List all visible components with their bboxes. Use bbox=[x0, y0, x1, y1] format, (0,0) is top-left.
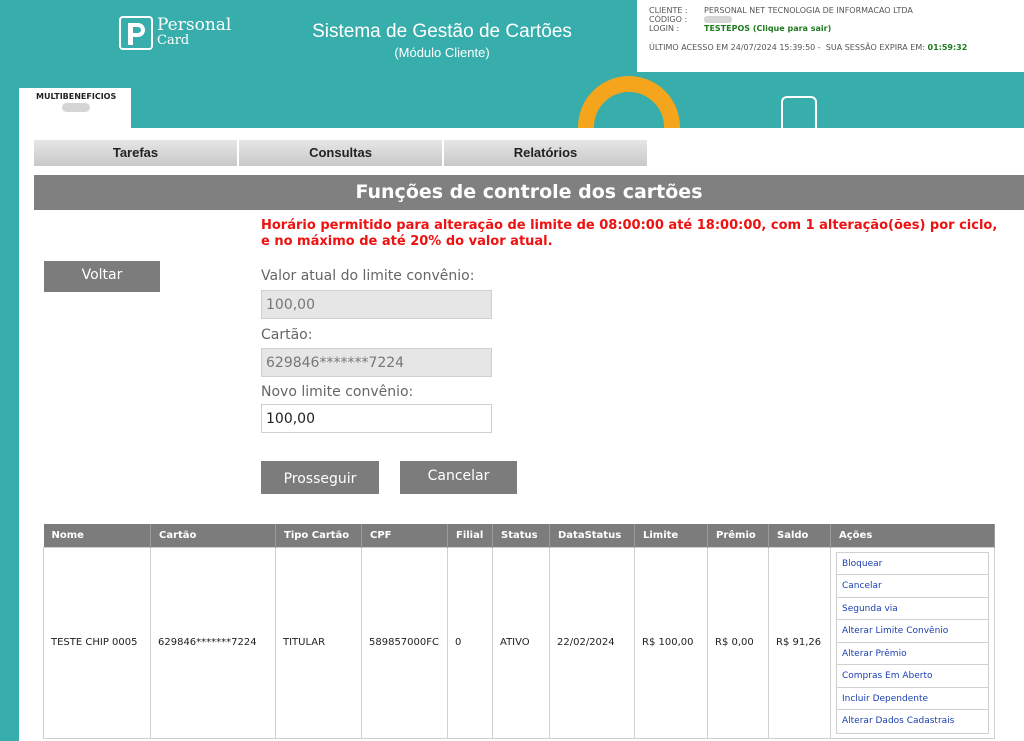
col-cartao[interactable]: Cartão bbox=[150, 524, 276, 547]
logo-text-personal: Personal bbox=[157, 15, 232, 35]
prosseguir-button[interactable]: Prosseguir bbox=[261, 461, 379, 494]
session-label: SUA SESSÃO EXPIRA EM: bbox=[825, 43, 925, 52]
menu-bar: Tarefas Consultas Relatórios bbox=[34, 140, 649, 166]
valor-atual-label: Valor atual do limite convênio: bbox=[261, 268, 475, 284]
novo-limite-input[interactable]: 100,00 bbox=[261, 404, 492, 433]
cell-nome: TESTE CHIP 0005 bbox=[43, 546, 151, 739]
cliente-value: PERSONAL NET TECNOLOGIA DE INFORMACAO LT… bbox=[704, 6, 913, 15]
menu-tarefas[interactable]: Tarefas bbox=[34, 140, 239, 166]
cell-cpf: 589857000FC bbox=[361, 546, 448, 739]
action-alterar-limite[interactable]: Alterar Limite Convênio bbox=[837, 620, 988, 643]
action-alterar-dados[interactable]: Alterar Dados Cadastrais bbox=[837, 710, 988, 733]
session-timer: 01:59:32 bbox=[927, 43, 968, 52]
col-limite[interactable]: Limite bbox=[634, 524, 708, 547]
cliente-label: CLIENTE : bbox=[649, 6, 688, 15]
login-label: LOGIN : bbox=[649, 24, 680, 33]
cell-premio: R$ 0,00 bbox=[707, 546, 769, 739]
col-filial[interactable]: Filial bbox=[447, 524, 493, 547]
col-premio[interactable]: Prêmio bbox=[707, 524, 769, 547]
tab-redacted bbox=[62, 103, 90, 112]
tab-multibeneficios[interactable]: MULTIBENEFICIOS bbox=[19, 88, 131, 133]
novo-limite-label: Novo limite convênio: bbox=[261, 384, 414, 400]
action-segunda-via[interactable]: Segunda via bbox=[837, 598, 988, 620]
cell-acoes: Bloquear Cancelar Segunda via Alterar Li… bbox=[830, 546, 995, 739]
menu-consultas[interactable]: Consultas bbox=[239, 140, 444, 166]
personal-card-logo: Personal Card bbox=[119, 16, 231, 50]
menu-relatorios[interactable]: Relatórios bbox=[444, 140, 649, 166]
tab-label: MULTIBENEFICIOS bbox=[36, 92, 117, 101]
system-title-text: Sistema de Gestão de Cartões bbox=[312, 21, 572, 42]
logout-link[interactable]: TESTEPOS (Clique para sair) bbox=[704, 24, 831, 33]
cancelar-button[interactable]: Cancelar bbox=[400, 461, 517, 494]
cell-saldo: R$ 91,26 bbox=[768, 546, 831, 739]
cartao-field: 629846*******7224 bbox=[261, 348, 492, 377]
system-title: Sistema de Gestão de Cartões (Módulo Cli… bbox=[300, 21, 584, 60]
codigo-label: CÓDIGO : bbox=[649, 15, 688, 24]
action-incluir-dependente[interactable]: Incluir Dependente bbox=[837, 688, 988, 710]
section-title: Funções de controle dos cartões bbox=[34, 175, 1024, 210]
logo-p-icon bbox=[119, 16, 153, 50]
cards-table: Nome Cartão Tipo Cartão CPF Filial Statu… bbox=[43, 524, 995, 739]
cell-filial: 0 bbox=[447, 546, 493, 739]
col-cpf[interactable]: CPF bbox=[361, 524, 448, 547]
cell-cartao: 629846*******7224 bbox=[150, 546, 276, 739]
client-info-panel: CLIENTE : PERSONAL NET TECNOLOGIA DE INFO… bbox=[637, 0, 1024, 72]
cell-datastatus: 22/02/2024 bbox=[549, 546, 635, 739]
table-header-row: Nome Cartão Tipo Cartão CPF Filial Statu… bbox=[43, 524, 995, 547]
cell-status: ATIVO bbox=[492, 546, 550, 739]
logo-text-card: Card bbox=[157, 33, 190, 48]
cartao-label: Cartão: bbox=[261, 327, 313, 343]
col-acoes: Ações bbox=[830, 524, 995, 547]
col-status[interactable]: Status bbox=[492, 524, 550, 547]
system-subtitle: (Módulo Cliente) bbox=[394, 45, 490, 60]
table-row: TESTE CHIP 0005 629846*******7224 TITULA… bbox=[43, 546, 995, 739]
action-bloquear[interactable]: Bloquear bbox=[837, 553, 988, 575]
main-panel: Tarefas Consultas Relatórios Funções de … bbox=[19, 128, 1024, 741]
col-nome[interactable]: Nome bbox=[43, 524, 151, 547]
col-datastatus[interactable]: DataStatus bbox=[549, 524, 635, 547]
voltar-button[interactable]: Voltar bbox=[44, 261, 160, 292]
limit-warning: Horário permitido para alteração de limi… bbox=[261, 218, 998, 249]
valor-atual-field: 100,00 bbox=[261, 290, 492, 319]
cell-limite: R$ 100,00 bbox=[634, 546, 708, 739]
col-tipo-cartao[interactable]: Tipo Cartão bbox=[275, 524, 362, 547]
codigo-redacted bbox=[704, 16, 732, 23]
action-alterar-premio[interactable]: Alterar Prêmio bbox=[837, 643, 988, 665]
col-saldo[interactable]: Saldo bbox=[768, 524, 831, 547]
action-compras-aberto[interactable]: Compras Em Aberto bbox=[837, 665, 988, 688]
last-access: ÚLTIMO ACESSO EM 24/07/2024 15:39:50 - bbox=[649, 43, 821, 52]
cell-tipo-cartao: TITULAR bbox=[275, 546, 362, 739]
actions-list: Bloquear Cancelar Segunda via Alterar Li… bbox=[836, 551, 989, 734]
action-cancelar[interactable]: Cancelar bbox=[837, 575, 988, 598]
